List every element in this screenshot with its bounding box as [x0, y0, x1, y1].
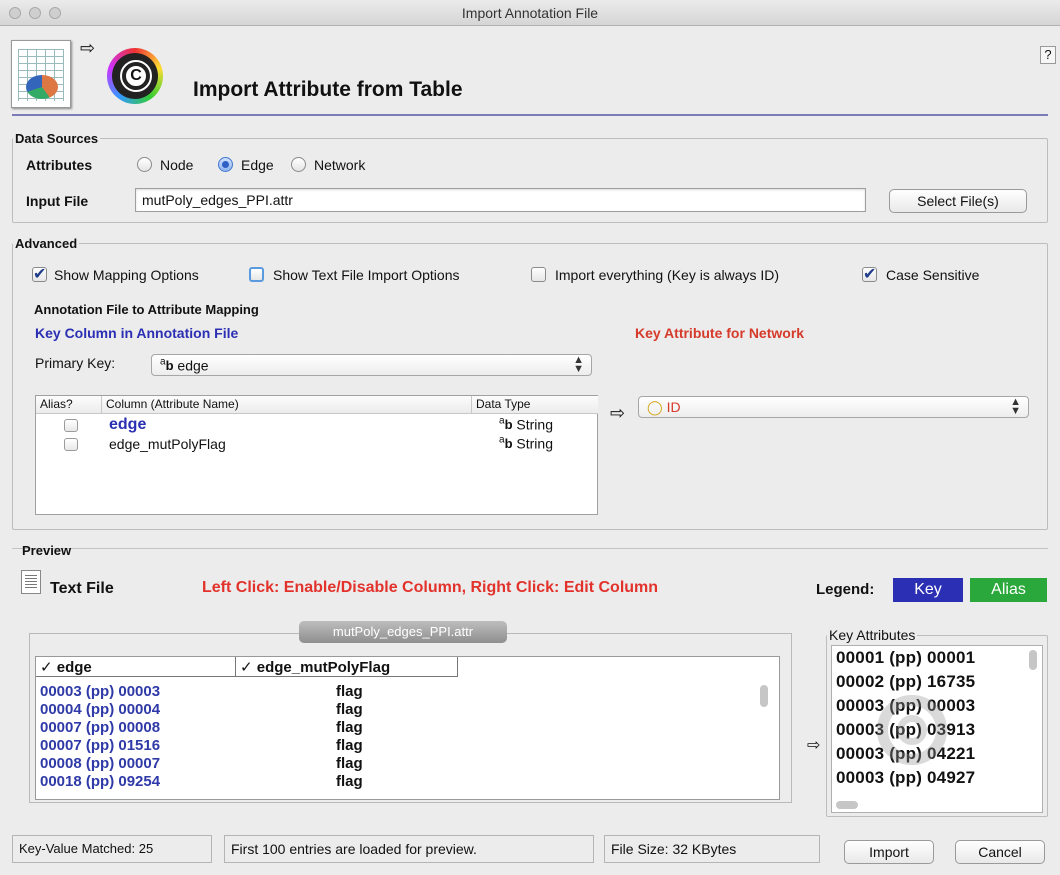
- node-radio-label[interactable]: Node: [160, 157, 193, 173]
- primary-key-value: edge: [177, 357, 209, 374]
- show-text-file-import-options-checkbox[interactable]: [249, 267, 264, 282]
- show-text-file-import-options-label[interactable]: Show Text File Import Options: [273, 267, 459, 283]
- table-row: 00018 (pp) 09254: [40, 773, 161, 790]
- help-button[interactable]: ?: [1040, 46, 1056, 64]
- table-cell: flag: [336, 755, 363, 772]
- table-row: 00007 (pp) 01516: [40, 737, 161, 754]
- cytoscape-watermark-icon: [877, 695, 947, 765]
- page-title: Import Attribute from Table: [193, 78, 463, 101]
- table-row: 00003 (pp) 00003: [40, 683, 161, 700]
- network-radio[interactable]: [291, 157, 306, 172]
- mapping-row-flag-name[interactable]: edge_mutPolyFlag: [109, 436, 226, 452]
- table-cell: flag: [336, 737, 363, 754]
- advanced-label: Advanced: [15, 236, 78, 251]
- table-cell: flag: [336, 773, 363, 790]
- data-sources-label: Data Sources: [15, 131, 99, 146]
- checkmark-icon: ✓: [40, 659, 53, 676]
- table-row: 00008 (pp) 00007: [40, 755, 161, 772]
- key-attribute-heading: Key Attribute for Network: [635, 325, 805, 341]
- preview-arrow-icon: ⇨: [807, 737, 821, 754]
- preview-column-flag[interactable]: ✓ edge_mutPolyFlag: [236, 657, 458, 677]
- entries-loaded-status: First 100 entries are loaded for preview…: [224, 835, 594, 863]
- input-file-field[interactable]: mutPoly_edges_PPI.attr: [135, 188, 866, 212]
- edge-radio-label[interactable]: Edge: [241, 157, 274, 173]
- preview-label: Preview: [22, 543, 72, 558]
- window-title: Import Annotation File: [461, 5, 599, 21]
- preview-scrollbar[interactable]: [760, 685, 768, 707]
- preview-column-flag-label: edge_mutPolyFlag: [256, 659, 391, 676]
- data-type-header: Data Type: [472, 396, 598, 414]
- alias-column-header: Alias?: [36, 396, 102, 414]
- mapping-arrow-icon: ⇨: [610, 403, 626, 423]
- key-attributes-vscrollbar[interactable]: [1029, 650, 1037, 670]
- primary-key-label: Primary Key:: [35, 355, 116, 371]
- cytoscape-logo-icon: C: [107, 48, 163, 104]
- chevron-updown-icon: ▲ ▼: [573, 354, 584, 375]
- node-radio[interactable]: [137, 157, 152, 172]
- alias-checkbox-edge[interactable]: [64, 419, 78, 432]
- string-type-icon: ab: [499, 416, 513, 433]
- mapping-row-edge-type-text: String: [516, 416, 553, 433]
- lightbulb-icon: ◯: [647, 399, 663, 415]
- legend-label: Legend:: [816, 581, 875, 598]
- text-file-label: Text File: [50, 580, 114, 597]
- key-column-heading: Key Column in Annotation File: [35, 325, 239, 341]
- primary-key-select[interactable]: ab edge ▲ ▼: [151, 354, 592, 376]
- text-file-icon: [21, 570, 41, 594]
- column-mapping-table: Alias? Column (Attribute Name) Data Type…: [35, 395, 598, 515]
- show-mapping-options-label[interactable]: Show Mapping Options: [54, 267, 199, 283]
- key-attributes-hscrollbar[interactable]: [836, 801, 858, 809]
- key-value-matched-status: Key-Value Matched: 25: [12, 835, 212, 863]
- string-type-icon: ab: [499, 435, 513, 452]
- legend-key-badge: Key: [893, 578, 963, 602]
- arrow-right-icon: ⇨: [80, 38, 96, 58]
- chevron-updown-icon: ▲ ▼: [1010, 396, 1021, 417]
- header-divider: [12, 114, 1048, 116]
- mapping-row-edge-name[interactable]: edge: [109, 416, 146, 434]
- tab-file-preview[interactable]: mutPoly_edges_PPI.attr: [299, 621, 507, 643]
- key-attributes-label: Key Attributes: [829, 627, 916, 643]
- list-item: 00003 (pp) 04927: [836, 768, 976, 787]
- preview-hint: Left Click: Enable/Disable Column, Right…: [202, 579, 659, 596]
- table-row: 00007 (pp) 00008: [40, 719, 161, 736]
- import-everything-checkbox[interactable]: [531, 267, 546, 282]
- preview-column-edge-label: edge: [56, 659, 92, 676]
- mapping-row-edge-type: ab String: [499, 416, 553, 432]
- preview-table: ✓ edge ✓ edge_mutPolyFlag 00003 (pp) 000…: [35, 656, 780, 800]
- network-radio-label[interactable]: Network: [314, 157, 365, 173]
- string-type-icon: ab: [160, 357, 174, 374]
- mapping-group-label: Annotation File to Attribute Mapping: [34, 302, 259, 317]
- column-name-header: Column (Attribute Name): [102, 396, 472, 414]
- key-attribute-value: ID: [666, 399, 681, 415]
- legend-alias-badge: Alias: [970, 578, 1047, 602]
- import-button[interactable]: Import: [844, 840, 934, 864]
- table-row: 00004 (pp) 00004: [40, 701, 161, 718]
- case-sensitive-label[interactable]: Case Sensitive: [886, 267, 979, 283]
- checkmark-icon: ✓: [240, 659, 253, 676]
- input-file-label: Input File: [26, 193, 89, 209]
- title-bar: Import Annotation File: [0, 0, 1060, 26]
- mapping-row-flag-type-text: String: [516, 435, 553, 452]
- import-annotation-dialog: Import Annotation File ⇨ C Import Attrib…: [0, 0, 1060, 875]
- key-attribute-select[interactable]: ◯ ID ▲ ▼: [638, 396, 1029, 418]
- preview-column-edge[interactable]: ✓ edge: [36, 657, 236, 677]
- show-mapping-options-checkbox[interactable]: [32, 264, 47, 284]
- edge-radio[interactable]: [218, 157, 233, 172]
- attributes-label: Attributes: [26, 157, 93, 173]
- table-cell: flag: [336, 701, 363, 718]
- select-files-button[interactable]: Select File(s): [889, 189, 1027, 213]
- table-cell: flag: [336, 719, 363, 736]
- list-item: 00002 (pp) 16735: [836, 672, 976, 691]
- cancel-button[interactable]: Cancel: [955, 840, 1045, 864]
- case-sensitive-checkbox[interactable]: [862, 264, 877, 284]
- table-cell: flag: [336, 683, 363, 700]
- alias-checkbox-edge-mutpolyflag[interactable]: [64, 438, 78, 451]
- import-everything-label[interactable]: Import everything (Key is always ID): [555, 267, 779, 283]
- list-item: 00001 (pp) 00001: [836, 648, 976, 667]
- spreadsheet-icon: [11, 40, 71, 108]
- file-size-status: File Size: 32 KBytes: [604, 835, 820, 863]
- mapping-row-flag-type: ab String: [499, 435, 553, 451]
